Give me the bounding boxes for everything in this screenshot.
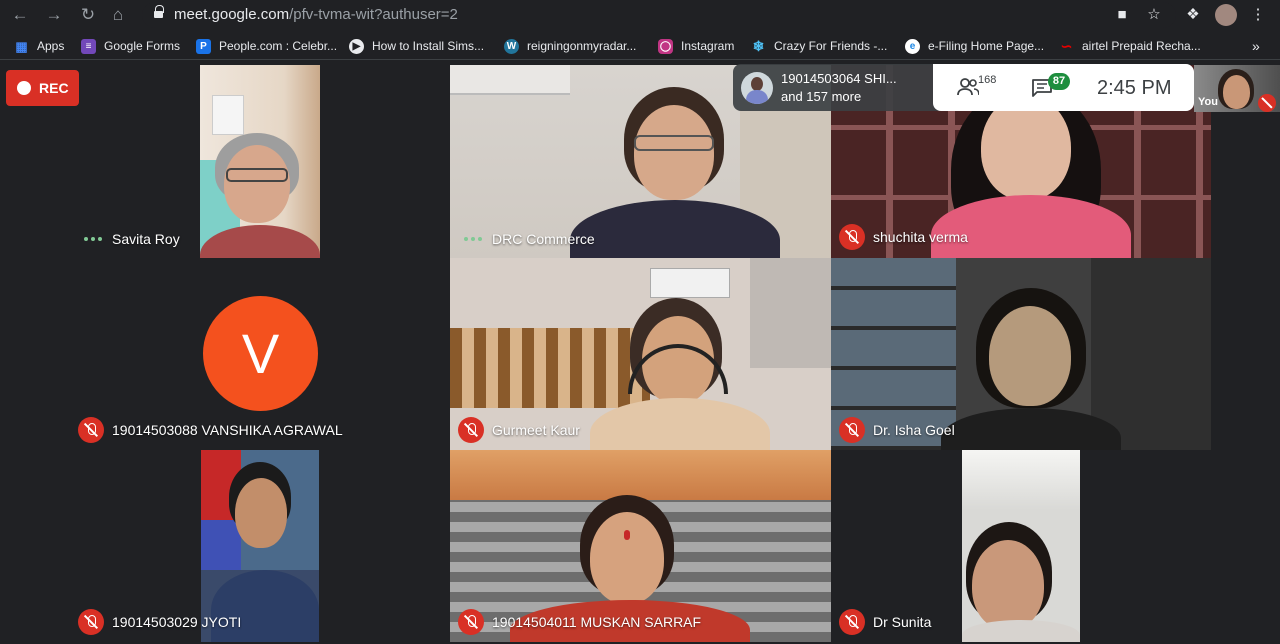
mic-off-icon	[839, 224, 865, 250]
participant-tile[interactable]: 19014503029 JYOTI	[70, 450, 450, 642]
url-path: /pfv-tvma-wit?authuser=2	[289, 6, 458, 23]
bookmark-star-icon[interactable]: ☆	[1143, 4, 1165, 26]
camera-icon[interactable]: ■	[1111, 4, 1133, 26]
people-com-icon: P	[196, 38, 211, 54]
speaking-indicator-icon	[464, 237, 482, 241]
speaking-indicator-icon	[84, 237, 102, 241]
participant-name-row: Dr. Isha Goel	[839, 417, 955, 443]
participant-name-row: 19014503088 VANSHIKA AGRAWAL	[78, 417, 343, 443]
bookmark-label: reigningonmyradar...	[527, 39, 637, 53]
url-text[interactable]: meet.google.com/pfv-tvma-wit?authuser=2	[174, 6, 458, 23]
participant-tile[interactable]: Dr. Isha Goel	[831, 258, 1211, 450]
bookmark-airtel[interactable]: ∽ airtel Prepaid Recha...	[1059, 37, 1201, 55]
participant-name-row: DRC Commerce	[460, 231, 595, 247]
efiling-icon: e	[905, 38, 920, 54]
mic-off-icon	[839, 417, 865, 443]
participant-name-row: 19014503029 JYOTI	[78, 609, 241, 635]
participant-tile[interactable]: 19014504011 MUSKAN SARRAF	[450, 450, 831, 642]
record-dot-icon	[17, 81, 31, 95]
bookmark-label: Apps	[37, 39, 65, 53]
participant-name-row: Gurmeet Kaur	[458, 417, 580, 443]
participant-name: Dr Sunita	[873, 614, 932, 630]
participant-name-row: Savita Roy	[80, 231, 180, 247]
participant-name: Savita Roy	[112, 231, 180, 247]
presenter-avatar	[741, 72, 773, 104]
snowflake-icon: ❄	[752, 37, 765, 54]
mic-off-icon	[458, 417, 484, 443]
bookmark-sims[interactable]: ▶ How to Install Sims...	[349, 37, 484, 55]
airtel-icon: ∽	[1060, 37, 1073, 54]
participant-name-row: shuchita verma	[839, 224, 968, 250]
meeting-info-card: 168 87 2:45 PM	[933, 64, 1194, 111]
presenter-text: 19014503064 SHI... and 157 more	[781, 70, 897, 106]
meet-grid: Savita Roy 19014503088 VANSHIKA AGRAWAL …	[0, 61, 1280, 644]
menu-kebab-icon[interactable]: ⋮	[1247, 4, 1269, 26]
participant-name-row: 19014504011 MUSKAN SARRAF	[458, 609, 701, 635]
bookmark-reigning[interactable]: Wreigningonmyradar...	[504, 37, 636, 55]
back-arrow-icon[interactable]: ←	[8, 3, 32, 27]
presenter-more: and 157 more	[781, 89, 862, 104]
mic-off-icon	[839, 609, 865, 635]
self-label: You	[1198, 96, 1218, 108]
wordpress-icon: W	[504, 38, 519, 54]
participant-name: 19014503029 JYOTI	[112, 614, 242, 630]
lock-icon	[154, 5, 164, 20]
self-view-tile[interactable]: You	[1194, 65, 1280, 112]
bookmark-instagram[interactable]: ◯ Instagram	[658, 37, 734, 55]
participant-tile[interactable]: Dr Sunita	[831, 450, 1211, 642]
recording-indicator[interactable]: REC	[6, 70, 79, 106]
chat-count-badge: 87	[1048, 73, 1070, 90]
participant-name: 19014503088 VANSHIKA AGRAWAL	[112, 422, 343, 438]
browser-toolbar: ← → ↻ ⌂ meet.google.com/pfv-tvma-wit?aut…	[0, 0, 1280, 30]
meeting-clock: 2:45 PM	[1097, 77, 1172, 99]
bookmark-label: People.com : Celebr...	[219, 39, 338, 53]
presenter-banner[interactable]: 19014503064 SHI... and 157 more	[733, 64, 941, 111]
participant-video	[200, 65, 320, 258]
participant-name: DRC Commerce	[492, 231, 595, 247]
bookmark-people-com[interactable]: P People.com : Celebr...	[196, 37, 337, 55]
participant-video	[962, 450, 1080, 642]
mic-off-icon	[458, 609, 484, 635]
bookmark-label: Google Forms	[104, 39, 181, 53]
participant-tile[interactable]: Savita Roy	[70, 65, 450, 258]
reload-icon[interactable]: ↻	[76, 3, 100, 27]
participant-name-row: Dr Sunita	[839, 609, 931, 635]
participant-name: 19014504011 MUSKAN SARRAF	[492, 614, 702, 630]
bookmark-efiling[interactable]: e e-Filing Home Page...	[905, 37, 1044, 55]
apps-grid-icon: ▦	[15, 38, 28, 54]
participant-name: Dr. Isha Goel	[873, 422, 955, 438]
bookmark-label: How to Install Sims...	[372, 39, 485, 53]
presenter-name: 19014503064 SHI...	[781, 71, 897, 86]
participant-avatar: V	[203, 296, 318, 411]
extensions-puzzle-icon[interactable]: ❖	[1182, 4, 1204, 26]
bookmark-label: Instagram	[681, 39, 735, 53]
bookmark-google-forms[interactable]: ≡ Google Forms	[81, 37, 180, 55]
participant-name: Gurmeet Kaur	[492, 422, 580, 438]
mic-off-icon	[78, 417, 104, 443]
bookmarks-overflow-button[interactable]: »	[1252, 37, 1260, 55]
bookmarks-bar: ▦ Apps ≡ Google Forms P People.com : Celebr…	[0, 30, 1280, 60]
bookmark-label: Crazy For Friends -...	[774, 39, 888, 53]
forward-arrow-icon[interactable]: →	[42, 3, 66, 27]
profile-avatar-icon[interactable]	[1215, 4, 1237, 26]
home-icon[interactable]: ⌂	[106, 3, 130, 27]
video-icon: ▶	[349, 38, 364, 54]
self-mic-off-icon[interactable]	[1258, 94, 1276, 112]
url-host: meet.google.com	[174, 6, 290, 23]
rec-label: REC	[39, 80, 69, 96]
mic-off-icon	[78, 609, 104, 635]
address-bar[interactable]: meet.google.com/pfv-tvma-wit?authuser=2	[142, 2, 1176, 28]
bookmark-label: e-Filing Home Page...	[928, 39, 1045, 53]
google-forms-icon: ≡	[81, 38, 96, 54]
participant-tile[interactable]: Gurmeet Kaur	[450, 258, 831, 450]
bookmark-label: airtel Prepaid Recha...	[1082, 39, 1201, 53]
people-icon[interactable]	[957, 77, 979, 97]
bookmark-apps[interactable]: ▦ Apps	[14, 37, 64, 55]
bookmark-crazy-friends[interactable]: ❄ Crazy For Friends -...	[751, 37, 888, 55]
instagram-icon: ◯	[658, 38, 673, 54]
participant-name: shuchita verma	[873, 229, 968, 245]
participants-count: 168	[978, 74, 997, 86]
